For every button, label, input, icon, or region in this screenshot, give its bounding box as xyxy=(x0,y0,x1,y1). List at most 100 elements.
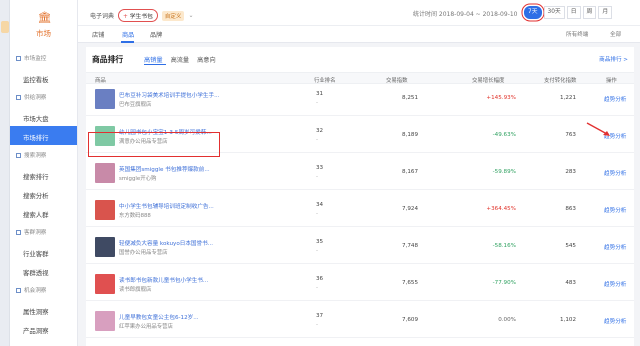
table-row[interactable]: 轻便减负大容量 kokuyo日本国誉书... 国誉办公用品专营店 35 - 7,748 -… xyxy=(86,232,634,264)
conversion-index: 545 xyxy=(565,243,576,249)
period-button[interactable]: 月 xyxy=(598,6,613,19)
sidebar-item[interactable]: 搜索分析 xyxy=(10,184,77,203)
sidebar-item[interactable]: 市场排行 xyxy=(10,126,77,145)
period-button[interactable]: 日 xyxy=(566,6,581,19)
col-product: 商品 xyxy=(95,78,106,84)
sidebar-brand[interactable]: 🏛 市场 xyxy=(10,0,77,48)
shop-name: 巴布豆旗舰店 xyxy=(119,102,152,108)
date-range[interactable]: 统计时间 2018-09-04 ~ 2018-09-10 xyxy=(413,9,518,18)
product-name[interactable]: 巴布豆补习袋美术培训手提包小学生手... xyxy=(119,91,219,99)
period-button[interactable]: 7天 xyxy=(524,6,542,19)
col-conversion[interactable]: 支付转化指数 xyxy=(544,76,576,84)
industry-rank: 36 xyxy=(316,276,324,282)
sidebar-brand-label: 市场 xyxy=(36,29,51,38)
sidebar-item[interactable]: 产品洞察 xyxy=(10,319,77,338)
product-name[interactable]: 读书郎书包新款儿童书包小学生书... xyxy=(119,276,208,284)
product-thumbnail[interactable] xyxy=(95,237,115,257)
market-icon: 🏛 xyxy=(37,11,52,24)
shop-name: 东方数码888 xyxy=(119,213,151,219)
trade-growth: -58.16% xyxy=(492,243,516,249)
product-thumbnail[interactable] xyxy=(95,89,115,109)
panel-tab-underline xyxy=(144,64,166,65)
conversion-index: 863 xyxy=(565,206,576,212)
ranking-link[interactable]: 商品排行 > xyxy=(599,55,628,63)
sidebar-menu: 市场监控 监控看板 供给洞察 市场大盘 市场排行 搜索洞察 搜索排行 搜索分析 搜索人群 客群洞察… xyxy=(10,48,77,338)
sidebar-section-label: 机会洞察 xyxy=(24,288,47,294)
product-name[interactable]: 中小学生书包辅导培训班定制收广告... xyxy=(119,202,214,210)
sidebar-section: 市场监控 xyxy=(10,48,77,68)
category-chip-label: 学生书包 xyxy=(129,14,153,20)
sidebar: 🏛 市场 市场监控 监控看板 供给洞察 市场大盘 市场排行 搜索洞察 搜索排行 搜索分析 搜索人… xyxy=(10,0,78,346)
trend-analysis-link[interactable]: 趋势分析 xyxy=(604,280,626,288)
category-chip[interactable]: + 学生书包 xyxy=(118,9,158,22)
table-row[interactable]: 读书郎书包新款儿童书包小学生书... 读书郎旗舰店 36 - 7,655 -77.90% 4… xyxy=(86,269,634,301)
ranking-panel: 商品排行 高销量 高流量 高意向 商品排行 > 商品 行业排名 交易指数 交易增… xyxy=(86,47,634,346)
section-icon xyxy=(16,287,21,293)
trend-analysis-link[interactable]: 趋势分析 xyxy=(604,206,626,214)
table-row[interactable]: 巴布豆补习袋美术培训手提包小学生手... 巴布豆旗舰店 31 - 8,251 +145.9… xyxy=(86,84,634,116)
col-trade-index[interactable]: 交易指数 xyxy=(386,76,408,84)
industry-rank: 35 xyxy=(316,239,324,245)
conversion-index: 763 xyxy=(565,132,576,138)
col-rank[interactable]: 行业排名 xyxy=(314,76,336,84)
sidebar-item[interactable]: 属性洞察 xyxy=(10,300,77,319)
scope-select[interactable]: 全部 xyxy=(610,30,621,38)
industry-rank: 32 xyxy=(316,128,324,134)
sidebar-item[interactable]: 市场大盘 xyxy=(10,107,77,126)
tab-brand[interactable]: 品牌 xyxy=(150,30,162,39)
highlight-box xyxy=(88,132,220,157)
terminal-select[interactable]: 所有终端 xyxy=(566,30,588,38)
rank-change: - xyxy=(316,174,319,180)
sidebar-item[interactable]: 行业客群 xyxy=(10,242,77,261)
section-icon xyxy=(16,152,21,158)
sidebar-item[interactable]: 搜索排行 xyxy=(10,165,77,184)
rank-change: - xyxy=(316,322,319,328)
breadcrumb-root[interactable]: 电子词典 xyxy=(90,11,114,20)
product-thumbnail[interactable] xyxy=(95,311,115,331)
annotation-arrow-icon xyxy=(586,122,610,136)
tab-high-intent[interactable]: 高意向 xyxy=(197,55,216,64)
tab-product[interactable]: 商品 xyxy=(122,30,134,39)
product-thumbnail[interactable] xyxy=(95,200,115,220)
trade-index: 8,251 xyxy=(401,95,418,101)
shop-name: 国誉办公用品专营店 xyxy=(119,250,168,256)
table-header: 商品 行业排名 交易指数 交易增长幅度 支付转化指数 操作 xyxy=(86,72,634,84)
sidebar-item[interactable]: 监控看板 xyxy=(10,68,77,87)
trend-analysis-link[interactable]: 趋势分析 xyxy=(604,243,626,251)
left-rail xyxy=(0,0,10,346)
product-name[interactable]: 轻便减负大容量 kokuyo日本国誉书... xyxy=(119,239,213,247)
chip-prefix: + xyxy=(123,14,128,20)
sidebar-item[interactable]: 搜索人群 xyxy=(10,203,77,222)
table-row[interactable]: 儿童早教包女童公主包6-12岁... 红苹果办公用品专营店 37 - 7,609 0.00… xyxy=(86,306,634,338)
trend-analysis-link[interactable]: 趋势分析 xyxy=(604,317,626,325)
table-row[interactable]: 英国集团smiggle 书包推荐爆款前... smiggle开心购 33 - 8,167… xyxy=(86,158,634,190)
product-thumbnail[interactable] xyxy=(95,274,115,294)
tab-shop[interactable]: 店铺 xyxy=(92,30,104,39)
trade-index: 8,167 xyxy=(401,169,418,175)
industry-rank: 37 xyxy=(316,313,324,319)
sidebar-section-label: 供给洞察 xyxy=(24,95,47,101)
section-icon xyxy=(16,94,21,100)
chevron-down-icon[interactable]: ⌄ xyxy=(188,12,193,19)
rank-change: - xyxy=(316,211,319,217)
trade-growth: -77.90% xyxy=(492,280,516,286)
trade-growth: +364.45% xyxy=(486,206,516,212)
col-growth[interactable]: 交易增长幅度 xyxy=(472,76,504,84)
product-name[interactable]: 英国集团smiggle 书包推荐爆款前... xyxy=(119,165,210,173)
period-button[interactable]: 周 xyxy=(582,6,597,19)
shop-name: 读书郎旗舰店 xyxy=(119,287,152,293)
tab-high-sales[interactable]: 高销量 xyxy=(144,55,163,64)
sub-nav: 店铺 商品 品牌 所有终端 全部 xyxy=(78,26,640,43)
sidebar-section-label: 市场监控 xyxy=(24,56,47,62)
top-header: 电子词典 + 学生书包 自定义 ⌄ 统计时间 2018-09-04 ~ 2018… xyxy=(78,0,640,26)
product-name[interactable]: 儿童早教包女童公主包6-12岁... xyxy=(119,313,199,321)
trend-analysis-link[interactable]: 趋势分析 xyxy=(604,169,626,177)
period-button[interactable]: 30天 xyxy=(543,6,565,19)
trend-analysis-link[interactable]: 趋势分析 xyxy=(604,95,626,103)
sidebar-item[interactable]: 客群透视 xyxy=(10,261,77,280)
table-row[interactable]: 中小学生书包辅导培训班定制收广告... 东方数码888 34 - 7,924 +364.4… xyxy=(86,195,634,227)
period-selector: 7天 30天日周月 xyxy=(524,6,613,19)
product-thumbnail[interactable] xyxy=(95,163,115,183)
rank-change: - xyxy=(316,137,319,143)
tab-high-traffic[interactable]: 高流量 xyxy=(171,55,190,64)
